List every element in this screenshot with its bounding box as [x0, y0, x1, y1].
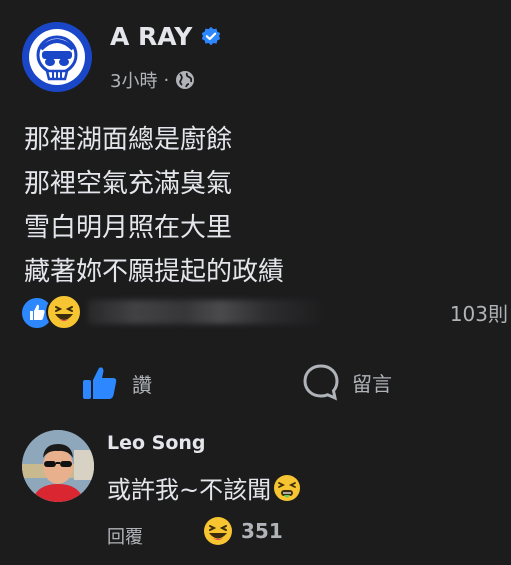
comment-bubble-icon — [303, 364, 339, 401]
haha-reaction-icon — [204, 517, 232, 545]
comment-count[interactable]: 103則 — [450, 298, 508, 327]
meta-separator: · — [163, 69, 170, 91]
commenter-avatar[interactable] — [22, 430, 94, 502]
author-name-text[interactable]: A RAY — [110, 22, 192, 51]
thumbs-up-icon — [83, 367, 117, 399]
globe-icon[interactable] — [175, 70, 195, 90]
reactions-bar[interactable]: 103則 — [20, 292, 510, 332]
post-meta: 3小時 · — [110, 67, 195, 93]
haha-reaction-icon — [46, 294, 82, 330]
skull-logo — [29, 29, 85, 85]
post-line: 那裡湖面總是廚餘 — [24, 125, 233, 155]
comment-reaction-count: 351 — [241, 519, 283, 543]
post-line: 那裡空氣充滿臭氣 — [24, 169, 233, 199]
reply-button[interactable]: 回覆 — [107, 523, 143, 549]
post-header: A RAY 3小時 · — [0, 0, 511, 110]
comment-text: 或許我~不該聞 — [107, 470, 301, 505]
comment-text-content: 或許我~不該聞 — [107, 476, 272, 504]
post-actions: 讚 留言 — [0, 355, 511, 410]
post-line: 雪白明月照在大里 — [24, 213, 233, 243]
comment-label: 留言 — [352, 371, 392, 396]
blurred-reactor-names — [88, 300, 328, 324]
comment: Leo Song 或許我~不該聞 回覆 351 — [0, 420, 511, 565]
post-line: 藏著妳不願提起的政績 — [24, 257, 285, 287]
post-time[interactable]: 3小時 — [110, 67, 157, 93]
comment-reactions[interactable]: 351 — [203, 516, 283, 546]
verified-badge-icon — [202, 26, 221, 45]
post-body: 那裡湖面總是廚餘 那裡空氣充滿臭氣 雪白明月照在大里 藏著妳不願提起的政績 — [24, 118, 284, 294]
like-button[interactable]: 讚 — [80, 363, 152, 403]
like-label: 讚 — [132, 372, 152, 397]
page-avatar[interactable] — [22, 22, 92, 92]
author-name[interactable]: A RAY — [110, 22, 222, 51]
comment-button[interactable]: 留言 — [302, 363, 392, 401]
commenter-name[interactable]: Leo Song — [107, 432, 206, 454]
skull-icon — [36, 35, 78, 81]
tired-face-emoji-icon — [274, 474, 301, 501]
commenter-photo — [22, 430, 94, 502]
